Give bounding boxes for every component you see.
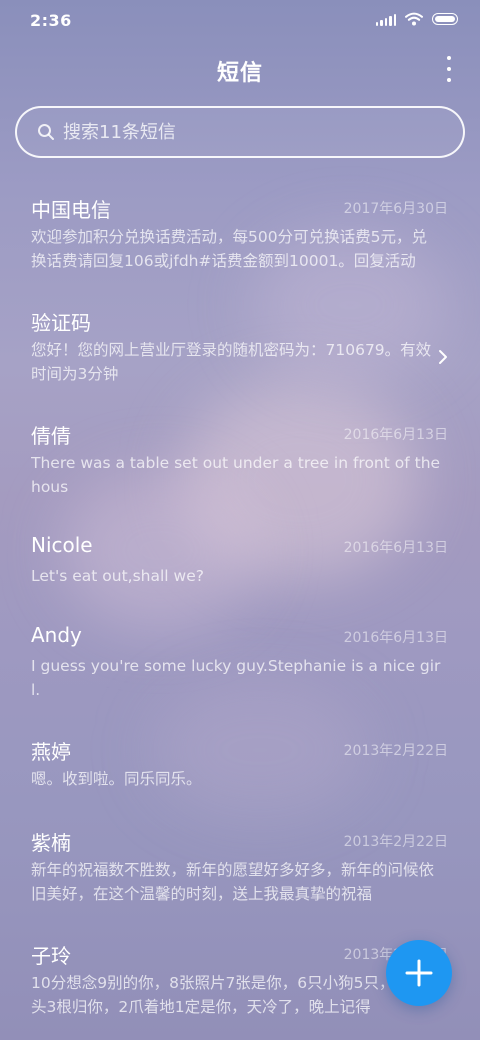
message-date: 2016年6月13日 <box>343 630 448 646</box>
status-icons <box>375 12 458 26</box>
message-preview: 10分想念9别的你，8张照片7张是你，6只小狗5只，4根骨头3根归你，2爪着地1… <box>31 974 436 1016</box>
message-preview: 嗯。收到啦。同乐同乐。 <box>31 770 202 788</box>
message-date: 2017年6月30日 <box>343 201 448 217</box>
message-preview: There was a table set out under a tree i… <box>31 454 441 496</box>
message-date: 2016年6月13日 <box>343 427 448 443</box>
message-sender: 子玲 <box>31 944 71 968</box>
message-preview: Let's eat out,shall we? <box>31 567 204 585</box>
message-item[interactable]: Nicole 2016年6月13日 Let's eat out,shall we… <box>0 519 480 607</box>
message-sender: 燕婷 <box>31 740 71 764</box>
message-item[interactable]: 紫楠 2013年2月22日 新年的祝福数不胜数，新年的愿望好多好多，新年的问候依… <box>0 813 480 925</box>
message-sender: Nicole <box>31 533 93 557</box>
more-vertical-icon[interactable] <box>442 56 456 82</box>
message-sender: 倩倩 <box>31 424 71 448</box>
search-input[interactable] <box>63 108 443 156</box>
message-item[interactable]: 中国电信 2017年6月30日 欢迎参加积分兑换话费活动，每500分可兑换话费5… <box>0 180 480 292</box>
battery-icon <box>432 13 458 25</box>
message-preview: 新年的祝福数不胜数，新年的愿望好多好多，新年的问候依旧美好，在这个温馨的时刻，送… <box>31 861 435 903</box>
wifi-icon <box>405 12 423 26</box>
new-message-button[interactable] <box>386 940 452 1006</box>
message-preview: 您好！您的网上营业厅登录的随机密码为：710679。有效时间为3分钟 <box>31 341 432 383</box>
message-date: 2013年2月22日 <box>343 743 448 759</box>
signal-icon <box>375 13 396 26</box>
chevron-right-icon <box>439 350 447 364</box>
search-box[interactable] <box>15 106 465 158</box>
message-item[interactable]: Andy 2016年6月13日 I guess you're some luck… <box>0 609 480 721</box>
battery-level <box>435 16 455 22</box>
title-bar: 短信 <box>0 40 480 100</box>
message-preview: I guess you're some lucky guy.Stephanie … <box>31 657 441 699</box>
message-sender: Andy <box>31 623 82 647</box>
message-sender: 验证码 <box>31 311 91 335</box>
message-sender: 紫楠 <box>31 831 71 855</box>
message-item[interactable]: 验证码 您好！您的网上营业厅登录的随机密码为：710679。有效时间为3分钟 <box>0 293 480 405</box>
plus-icon <box>405 959 433 987</box>
status-time: 2:36 <box>30 11 72 30</box>
status-bar: 2:36 <box>0 0 480 40</box>
message-preview: 欢迎参加积分兑换话费活动，每500分可兑换话费5元，兑换话费请回复106或jfd… <box>31 228 427 270</box>
page-title: 短信 <box>216 61 263 86</box>
message-item[interactable]: 倩倩 2016年6月13日 There was a table set out … <box>0 406 480 518</box>
search-icon <box>38 124 54 140</box>
message-sender: 中国电信 <box>31 198 111 222</box>
message-item[interactable]: 燕婷 2013年2月22日 嗯。收到啦。同乐同乐。 <box>0 722 480 810</box>
message-date: 2016年6月13日 <box>343 540 448 556</box>
message-date: 2013年2月22日 <box>343 834 448 850</box>
